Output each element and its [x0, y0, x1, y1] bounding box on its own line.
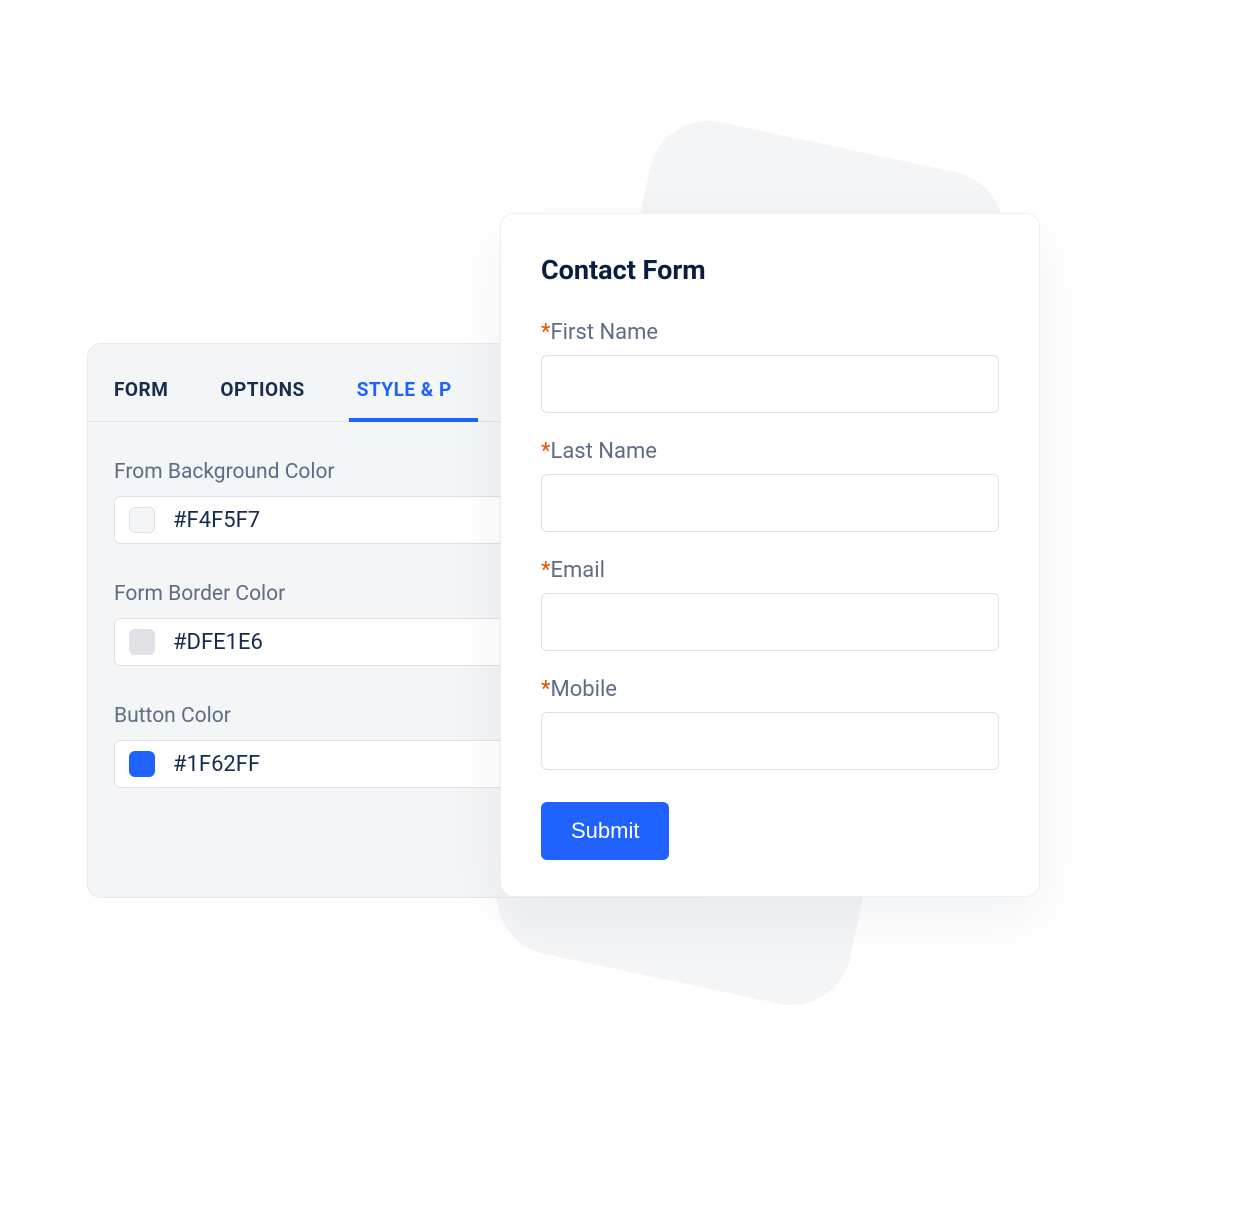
label-text: First Name [550, 320, 658, 345]
color-swatch[interactable] [129, 751, 155, 777]
color-swatch[interactable] [129, 629, 155, 655]
label-text: Mobile [550, 677, 616, 702]
contact-form-preview: Contact Form *First Name *Last Name *Ema… [500, 213, 1040, 897]
email-input[interactable] [541, 593, 999, 651]
last-name-input[interactable] [541, 474, 999, 532]
label-text: Last Name [550, 439, 656, 464]
color-swatch[interactable] [129, 507, 155, 533]
tab-options[interactable]: OPTIONS [194, 344, 330, 421]
form-field-first-name: *First Name [541, 320, 999, 413]
form-field-email: *Email [541, 558, 999, 651]
first-name-input[interactable] [541, 355, 999, 413]
label-text: Email [550, 558, 604, 583]
color-value: #DFE1E6 [173, 630, 263, 655]
tab-form[interactable]: FORM [88, 344, 194, 421]
form-field-last-name: *Last Name [541, 439, 999, 532]
field-label: *First Name [541, 320, 999, 345]
field-label: *Email [541, 558, 999, 583]
color-value: #1F62FF [173, 752, 260, 777]
field-label: *Last Name [541, 439, 999, 464]
field-label: *Mobile [541, 677, 999, 702]
form-field-mobile: *Mobile [541, 677, 999, 770]
color-value: #F4F5F7 [173, 508, 260, 533]
submit-button[interactable]: Submit [541, 802, 669, 860]
form-title: Contact Form [541, 254, 999, 286]
mobile-input[interactable] [541, 712, 999, 770]
tab-style-preview[interactable]: STYLE & P [331, 344, 478, 421]
